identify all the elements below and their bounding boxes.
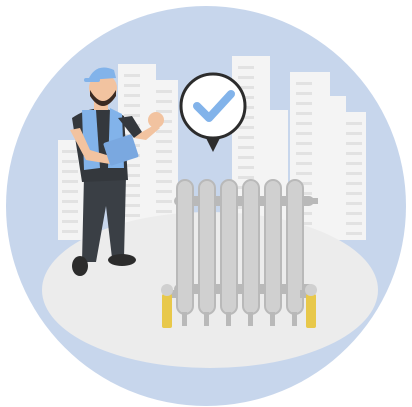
radiator-leg [270, 312, 275, 326]
window-strip [156, 150, 172, 153]
radiator-leg [204, 312, 209, 326]
window-strip [62, 180, 78, 183]
window-strip [238, 146, 254, 149]
window-strip [346, 202, 362, 205]
window-strip [346, 222, 362, 225]
window-strip [346, 182, 362, 185]
window-strip [238, 66, 254, 69]
radiator-fin [176, 179, 194, 315]
window-strip [124, 204, 140, 207]
window-strip [156, 170, 172, 173]
window-strip [124, 74, 140, 77]
left-shoe [72, 256, 88, 276]
window-strip [238, 166, 254, 169]
window-strip [346, 122, 362, 125]
window-strip [62, 160, 78, 163]
window-strip [124, 84, 140, 87]
building [342, 112, 366, 240]
window-strip [296, 82, 312, 85]
radiator-fin [242, 179, 260, 315]
window-strip [296, 102, 312, 105]
window-strip [346, 232, 362, 235]
radiator-side-handle [310, 198, 318, 204]
window-strip [124, 94, 140, 97]
window-strip [296, 132, 312, 135]
window-strip [62, 210, 78, 213]
window-strip [156, 100, 172, 103]
illustration-root [0, 0, 412, 407]
radiator-leg [182, 312, 187, 326]
window-strip [346, 152, 362, 155]
window-strip [62, 150, 78, 153]
radiator-fin [198, 179, 216, 315]
radiator-fin [264, 179, 282, 315]
window-strip [296, 172, 312, 175]
window-strip [346, 172, 362, 175]
radiator-inspection-illustration [6, 6, 406, 406]
window-strip [124, 184, 140, 187]
window-strip [238, 126, 254, 129]
window-strip [238, 136, 254, 139]
window-strip [238, 176, 254, 179]
valve-body [162, 294, 172, 328]
window-strip [156, 160, 172, 163]
window-strip [156, 130, 172, 133]
radiator-leg [226, 312, 231, 326]
window-strip [238, 76, 254, 79]
valve-knob [161, 284, 173, 296]
valve-body [306, 294, 316, 328]
window-strip [124, 104, 140, 107]
window-strip [156, 140, 172, 143]
window-strip [156, 180, 172, 183]
cap-brim [84, 78, 100, 82]
window-strip [346, 192, 362, 195]
window-strip [346, 132, 362, 135]
window-strip [346, 162, 362, 165]
thumbs-up-hand [148, 112, 164, 128]
window-strip [156, 190, 172, 193]
window-strip [62, 170, 78, 173]
window-strip [124, 214, 140, 217]
window-strip [156, 210, 172, 213]
window-strip [296, 152, 312, 155]
right-shoe [108, 254, 136, 266]
badge-circle [179, 72, 247, 140]
valve-knob [305, 284, 317, 296]
window-strip [62, 230, 78, 233]
window-strip [238, 156, 254, 159]
window-strip [296, 162, 312, 165]
window-strip [62, 200, 78, 203]
window-strip [156, 90, 172, 93]
window-strip [346, 212, 362, 215]
window-strip [296, 92, 312, 95]
window-strip [62, 190, 78, 193]
radiator-fin [220, 179, 238, 315]
window-strip [296, 122, 312, 125]
window-strip [346, 142, 362, 145]
radiator-leg [292, 312, 297, 326]
window-strip [156, 200, 172, 203]
window-strip [296, 142, 312, 145]
window-strip [124, 194, 140, 197]
window-strip [62, 220, 78, 223]
window-strip [296, 112, 312, 115]
radiator-leg [248, 312, 253, 326]
